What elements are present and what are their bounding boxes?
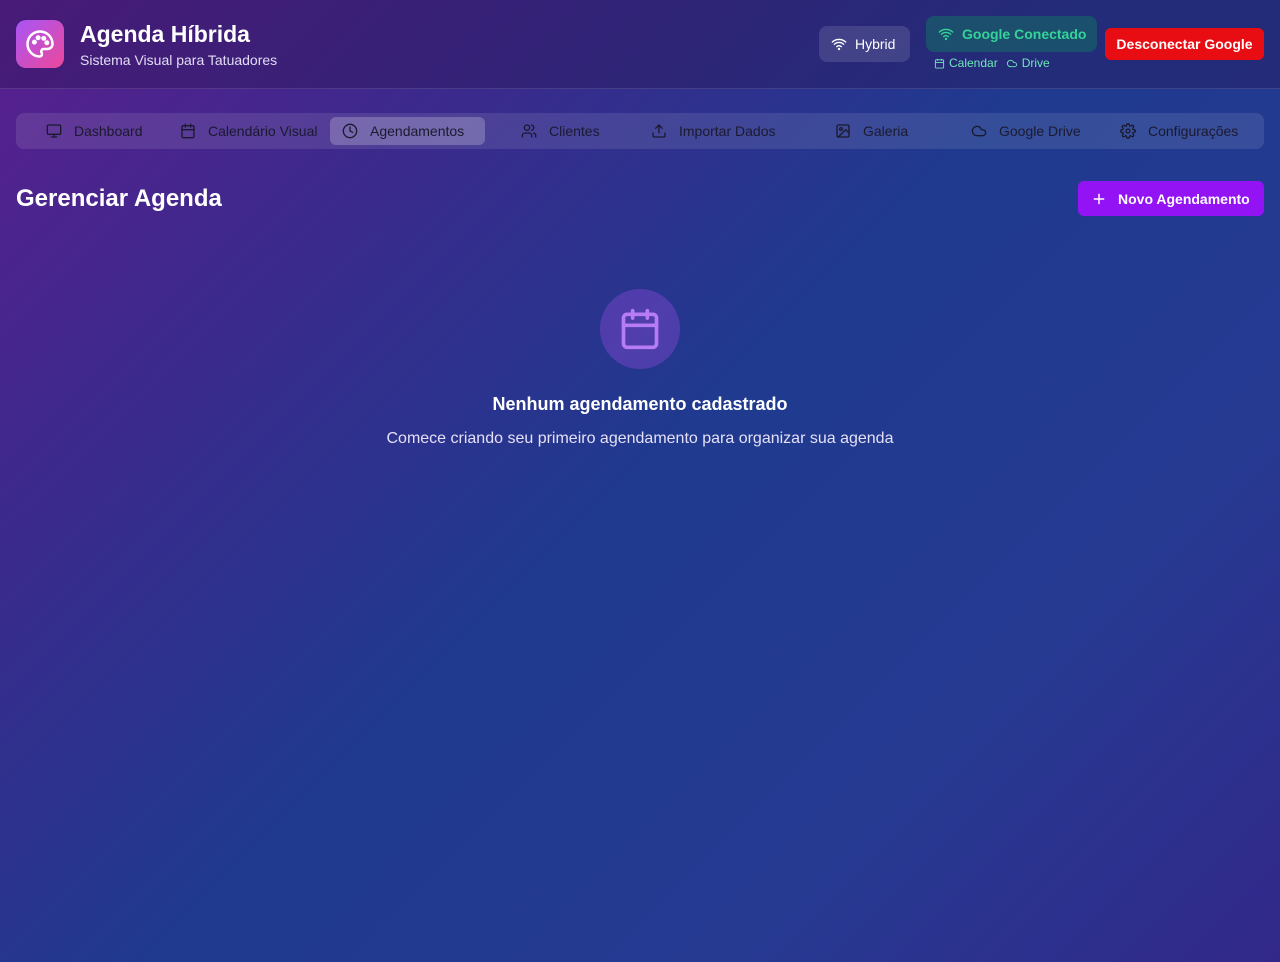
tab-clientes[interactable]: Clientes	[509, 117, 612, 145]
wifi-icon	[938, 28, 954, 41]
google-services: Calendar Drive	[934, 56, 1050, 70]
empty-state-title: Nenhum agendamento cadastrado	[492, 394, 788, 414]
tab-label: Importar Dados	[679, 123, 776, 139]
service-calendar: Calendar	[934, 56, 998, 70]
app-header: Agenda Híbrida Sistema Visual para Tatua…	[0, 0, 1280, 89]
image-icon	[836, 124, 850, 138]
tab-agendamentos[interactable]: Agendamentos	[330, 117, 485, 145]
tab-importar-dados[interactable]: Importar Dados	[639, 117, 787, 145]
tab-label: Agendamentos	[370, 123, 465, 139]
mode-badge[interactable]: Hybrid	[819, 26, 910, 62]
tab-dashboard[interactable]: Dashboard	[34, 117, 155, 145]
mode-label: Hybrid	[855, 36, 896, 52]
new-appointment-button[interactable]: Novo Agendamento	[1078, 181, 1264, 216]
service-drive-label: Drive	[1021, 56, 1050, 70]
google-status-label: Google Conectado	[962, 26, 1087, 42]
calendar-icon	[181, 123, 195, 139]
tab-calendario-visual[interactable]: Calendário Visual	[168, 117, 329, 145]
tab-label: Galeria	[863, 123, 909, 139]
app-title: Agenda Híbrida	[80, 21, 250, 47]
empty-state-description: Comece criando seu primeiro agendamento …	[386, 430, 894, 447]
service-calendar-label: Calendar	[949, 56, 998, 70]
plus-icon	[1093, 193, 1105, 204]
app-subtitle: Sistema Visual para Tatuadores	[80, 52, 278, 68]
users-icon	[521, 124, 537, 138]
tab-label: Dashboard	[74, 123, 143, 139]
calendar-icon	[934, 58, 945, 69]
palette-icon	[26, 30, 54, 58]
tab-label: Google Drive	[999, 123, 1081, 139]
disconnect-google-button[interactable]: Desconectar Google	[1105, 28, 1264, 60]
cloud-icon	[1006, 59, 1017, 67]
tab-label: Configurações	[1148, 123, 1239, 139]
wifi-icon	[831, 38, 847, 51]
tab-configuracoes[interactable]: Configurações	[1108, 117, 1250, 145]
app-logo	[16, 20, 64, 68]
service-drive: Drive	[1006, 56, 1050, 70]
tab-google-drive[interactable]: Google Drive	[959, 117, 1093, 145]
gear-icon	[1120, 123, 1136, 139]
tab-label: Clientes	[549, 123, 600, 139]
tab-label: Calendário Visual	[208, 123, 318, 139]
clock-icon	[342, 123, 358, 139]
monitor-icon	[46, 124, 62, 138]
new-appointment-label: Novo Agendamento	[1118, 190, 1250, 207]
tab-galeria[interactable]: Galeria	[823, 117, 920, 145]
page-title: Gerenciar Agenda	[16, 185, 222, 212]
calendar-icon	[621, 308, 659, 350]
upload-icon	[652, 124, 666, 138]
empty-state-icon-wrapper	[600, 289, 680, 369]
main-nav: Dashboard Calendário Visual Agendamentos…	[16, 113, 1264, 149]
cloud-icon	[971, 125, 987, 137]
google-status-badge: Google Conectado	[926, 16, 1097, 52]
